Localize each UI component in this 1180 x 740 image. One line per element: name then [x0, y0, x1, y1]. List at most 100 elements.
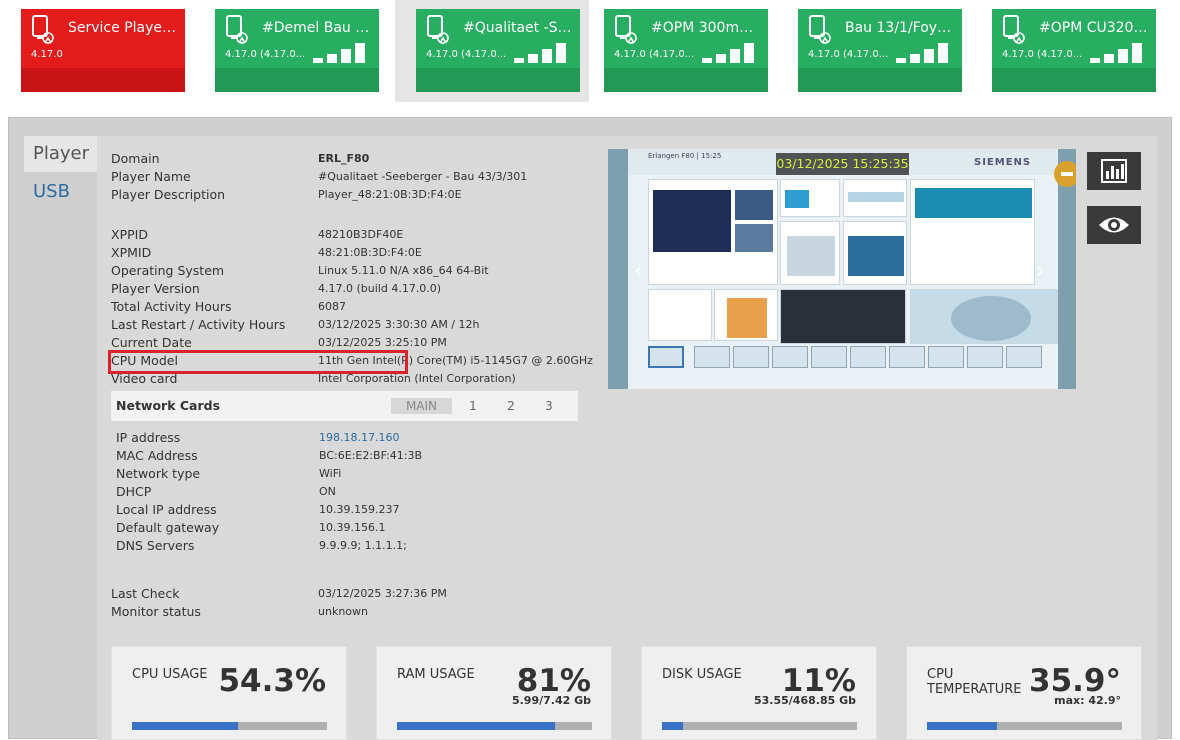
- xppid-label: XPPID: [111, 227, 148, 242]
- preview-thumbnail[interactable]: [850, 346, 886, 368]
- metric-bar-fill: [662, 722, 684, 730]
- preview-thumbnail[interactable]: [1006, 346, 1042, 368]
- screen-preview[interactable]: Erlangen F80 | 15:25 SIEMENS 03/12/2025 …: [608, 149, 1076, 389]
- preview-card: [910, 179, 1035, 285]
- preview-header-text: Erlangen F80 | 15:25: [648, 152, 722, 160]
- remove-icon[interactable]: [1054, 161, 1076, 187]
- preview-thumbnail[interactable]: [889, 346, 925, 368]
- player-name-label: Player Name: [111, 169, 191, 184]
- network-tab-1[interactable]: 1: [463, 398, 483, 414]
- preview-thumbnail[interactable]: [733, 346, 769, 368]
- dns-label: DNS Servers: [116, 538, 195, 553]
- domain-value: ERL_F80: [318, 152, 370, 165]
- player-version: 4.17.0 (4.17.0...: [1002, 49, 1083, 60]
- preview-thumbnail[interactable]: [772, 346, 808, 368]
- eye-icon: [1099, 217, 1129, 233]
- player-version: 4.17.0 (4.17.0...: [614, 49, 695, 60]
- gateway-value: 10.39.156.1: [319, 521, 386, 534]
- mac-address-label: MAC Address: [116, 448, 198, 463]
- player-tile[interactable]: Service Player 4 4.17.0: [21, 9, 185, 92]
- network-tab-3[interactable]: 3: [539, 398, 559, 414]
- disk-usage-card: DISK USAGE 11% 53.55/468.85 Gb: [641, 646, 877, 740]
- player-name-value: #Qualitaet -Seeberger - Bau 43/3/301: [318, 170, 528, 183]
- network-tab-main[interactable]: MAIN: [391, 398, 452, 414]
- player-tile[interactable]: #OPM 300mm ... 4.17.0 (4.17.0...: [604, 9, 768, 92]
- player-name: #Qualitaet -See...: [463, 20, 575, 36]
- preview-card: [843, 221, 907, 285]
- player-version: 4.17.0 (4.17.0...: [426, 49, 507, 60]
- metric-bar: [397, 722, 592, 730]
- tile-footer: [416, 68, 580, 92]
- player-tile-slot: Bau 13/1/Foyer... 4.17.0 (4.17.0...: [783, 0, 977, 102]
- os-value: Linux 5.11.0 N/A x86_64 64-Bit: [318, 264, 489, 277]
- chart-icon: [1101, 159, 1127, 183]
- player-info-content: Domain ERL_F80 Player Name #Qualitaet -S…: [97, 136, 1157, 740]
- network-cards-title: Network Cards: [116, 398, 221, 413]
- signal-bars-icon: [313, 41, 365, 63]
- player-device-icon: [226, 15, 248, 44]
- preview-brand-logo: SIEMENS: [974, 157, 1032, 168]
- dhcp-value: ON: [319, 485, 336, 498]
- signal-bars-icon: [514, 41, 566, 63]
- player-detail-panel: Player USB Domain ERL_F80 Player Name #Q…: [8, 117, 1172, 740]
- player-tile-slot: Service Player 4 4.17.0: [0, 0, 194, 102]
- dns-value: 9.9.9.9; 1.1.1.1;: [319, 539, 407, 552]
- metric-label: CPU TEMPERATURE: [927, 667, 1022, 697]
- signal-bars-icon: [702, 41, 754, 63]
- signal-bars-icon: [1090, 41, 1142, 63]
- domain-label: Domain: [111, 151, 160, 166]
- tile-footer: [215, 68, 379, 92]
- preview-thumbnail-strip: [648, 346, 1058, 370]
- xppid-value: 48210B3DF40E: [318, 228, 404, 241]
- player-tile[interactable]: #OPM CU320 S... 4.17.0 (4.17.0...: [992, 9, 1156, 92]
- statistics-button[interactable]: [1087, 152, 1141, 190]
- metric-label: DISK USAGE: [662, 667, 742, 682]
- tab-usb[interactable]: USB: [24, 174, 98, 210]
- player-tile[interactable]: Bau 13/1/Foyer... 4.17.0 (4.17.0...: [798, 9, 962, 92]
- signal-bars-icon: [896, 41, 948, 63]
- player-tile-slot-selected: #Qualitaet -See... 4.17.0 (4.17.0...: [395, 0, 589, 102]
- metric-subvalue: 53.55/468.85 Gb: [754, 694, 856, 707]
- network-type-label: Network type: [116, 466, 201, 481]
- view-button[interactable]: [1087, 206, 1141, 244]
- cpu-model-highlight: [108, 350, 408, 374]
- tab-player[interactable]: Player: [24, 136, 98, 172]
- preview-card: [780, 179, 840, 217]
- preview-timestamp: 03/12/2025 15:25:35: [776, 153, 909, 175]
- preview-card: [648, 179, 778, 285]
- tile-footer: [21, 68, 185, 92]
- preview-thumbnail[interactable]: [694, 346, 730, 368]
- network-tab-2[interactable]: 2: [501, 398, 521, 414]
- preview-thumbnail[interactable]: [967, 346, 1003, 368]
- preview-thumbnail[interactable]: [648, 346, 684, 368]
- player-device-icon: [615, 15, 637, 44]
- last-check-label: Last Check: [111, 586, 180, 601]
- preview-card: [780, 221, 840, 285]
- player-tile-slot: #Demel Bau 51... 4.17.0 (4.17.0...: [194, 0, 388, 102]
- network-cards-header: Network Cards MAIN 1 2 3: [111, 391, 578, 421]
- player-description-label: Player Description: [111, 187, 226, 202]
- player-tile[interactable]: #Qualitaet -See... 4.17.0 (4.17.0...: [416, 9, 580, 92]
- ip-address-link[interactable]: 198.18.17.160: [319, 429, 399, 447]
- player-version: 4.17.0: [31, 49, 63, 60]
- preview-card: [714, 289, 778, 341]
- player-description-value: Player_48:21:0B:3D:F4:0E: [318, 188, 462, 201]
- metric-bar: [662, 722, 857, 730]
- last-check-value: 03/12/2025 3:27:36 PM: [318, 587, 447, 600]
- player-device-icon: [809, 15, 831, 44]
- player-version-value: 4.17.0 (build 4.17.0.0): [318, 282, 442, 295]
- player-tile[interactable]: #Demel Bau 51... 4.17.0 (4.17.0...: [215, 9, 379, 92]
- player-version-label: Player Version: [111, 281, 200, 296]
- preview-thumbnail[interactable]: [928, 346, 964, 368]
- player-device-icon: [1003, 15, 1025, 44]
- metric-bar-fill: [397, 722, 555, 730]
- preview-thumbnail[interactable]: [811, 346, 847, 368]
- metric-bar: [132, 722, 327, 730]
- player-tile-slot: #OPM CU320 S... 4.17.0 (4.17.0...: [977, 0, 1171, 102]
- last-restart-value: 03/12/2025 3:30:30 AM / 12h: [318, 318, 480, 331]
- chevron-left-icon[interactable]: ‹: [634, 259, 643, 284]
- monitor-status-label: Monitor status: [111, 604, 201, 619]
- chevron-right-icon[interactable]: ›: [1036, 259, 1045, 284]
- ram-usage-card: RAM USAGE 81% 5.99/7.42 Gb: [376, 646, 612, 740]
- player-name: #Demel Bau 51...: [262, 20, 374, 36]
